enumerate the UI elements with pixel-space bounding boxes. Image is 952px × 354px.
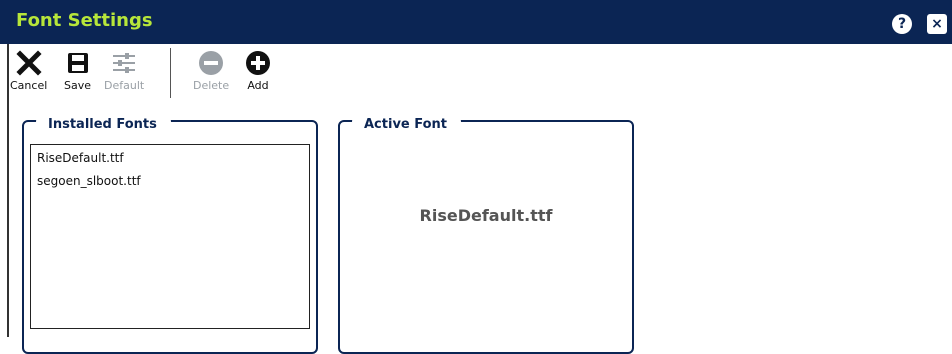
installed-fonts-list[interactable]: RiseDefault.ttf segoen_slboot.ttf	[30, 144, 310, 329]
installed-fonts-panel: Installed Fonts RiseDefault.ttf segoen_s…	[22, 112, 318, 354]
add-button[interactable]: Add	[245, 48, 271, 92]
minus-circle-icon	[198, 48, 224, 78]
sliders-icon	[111, 48, 137, 78]
list-item[interactable]: RiseDefault.ttf	[31, 145, 309, 168]
delete-label: Delete	[193, 79, 230, 92]
save-button[interactable]: Save	[64, 48, 91, 92]
cancel-label: Cancel	[10, 79, 48, 92]
toolbar-separator	[170, 48, 171, 98]
active-font-panel: Active Font RiseDefault.ttf	[338, 112, 634, 354]
list-item[interactable]: segoen_slboot.ttf	[31, 168, 309, 191]
default-label: Default	[104, 79, 145, 92]
floppy-disk-icon	[66, 48, 90, 78]
title-bar: Font Settings ? ×	[0, 0, 952, 44]
help-icon[interactable]: ?	[892, 14, 912, 34]
delete-button[interactable]: Delete	[193, 48, 229, 92]
left-border	[7, 44, 9, 337]
installed-fonts-title: Installed Fonts	[36, 112, 171, 136]
x-icon	[16, 48, 42, 78]
add-label: Add	[247, 79, 269, 92]
window-title: Font Settings	[16, 10, 153, 31]
default-button[interactable]: Default	[104, 48, 144, 92]
save-label: Save	[64, 79, 92, 92]
active-font-title: Active Font	[352, 112, 462, 136]
cancel-button[interactable]: Cancel	[10, 48, 47, 92]
active-font-name: RiseDefault.ttf	[419, 206, 553, 225]
close-icon[interactable]: ×	[927, 14, 947, 34]
plus-circle-icon	[245, 48, 271, 78]
